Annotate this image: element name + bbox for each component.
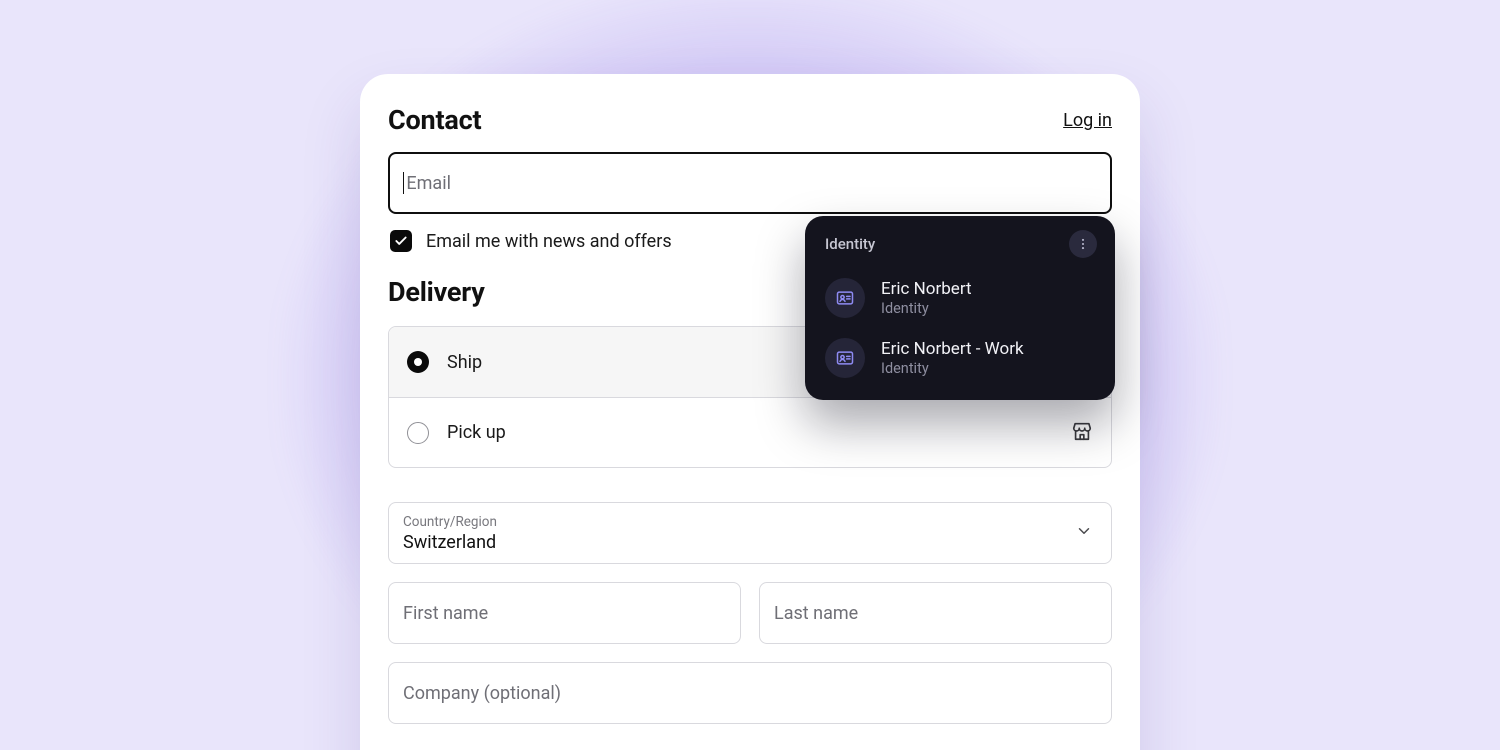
check-icon — [394, 234, 408, 248]
contact-header: Contact Log in — [388, 104, 1112, 136]
delivery-option-label: Pick up — [447, 422, 506, 443]
store-icon — [1071, 420, 1093, 446]
identity-item[interactable]: Eric Norbert Identity — [817, 268, 1103, 328]
more-options-button[interactable] — [1069, 230, 1097, 258]
identity-sub: Identity — [881, 360, 1024, 377]
company-placeholder: Company (optional) — [403, 683, 561, 704]
id-card-icon — [825, 278, 865, 318]
chevron-down-icon — [1075, 522, 1093, 544]
identity-name: Eric Norbert - Work — [881, 339, 1024, 360]
id-card-icon — [825, 338, 865, 378]
radio-icon — [407, 422, 429, 444]
identity-name: Eric Norbert — [881, 279, 972, 300]
first-name-placeholder: First name — [403, 603, 488, 624]
company-field[interactable]: Company (optional) — [388, 662, 1112, 724]
country-value: Switzerland — [403, 532, 496, 553]
dropdown-title: Identity — [825, 235, 875, 253]
delivery-option-pickup[interactable]: Pick up — [389, 397, 1111, 467]
identity-sub: Identity — [881, 300, 972, 317]
last-name-placeholder: Last name — [774, 603, 858, 624]
contact-heading: Contact — [388, 104, 481, 136]
country-select[interactable]: Country/Region Switzerland — [388, 502, 1112, 564]
first-name-field[interactable]: First name — [388, 582, 741, 644]
newsletter-checkbox[interactable] — [390, 230, 412, 252]
email-placeholder: Email — [406, 173, 451, 194]
identity-item[interactable]: Eric Norbert - Work Identity — [817, 328, 1103, 388]
country-label: Country/Region — [403, 514, 497, 530]
last-name-field[interactable]: Last name — [759, 582, 1112, 644]
delivery-option-label: Ship — [447, 352, 482, 373]
checkout-card: Contact Log in Email Email me with news … — [360, 74, 1140, 750]
email-field[interactable]: Email — [388, 152, 1112, 214]
identity-autofill-dropdown: Identity Eric Norbert Identity — [805, 216, 1115, 400]
newsletter-label: Email me with news and offers — [426, 231, 672, 252]
radio-icon — [407, 351, 429, 373]
login-link[interactable]: Log in — [1063, 110, 1112, 131]
text-caret — [403, 172, 404, 194]
dots-vertical-icon — [1076, 237, 1090, 251]
